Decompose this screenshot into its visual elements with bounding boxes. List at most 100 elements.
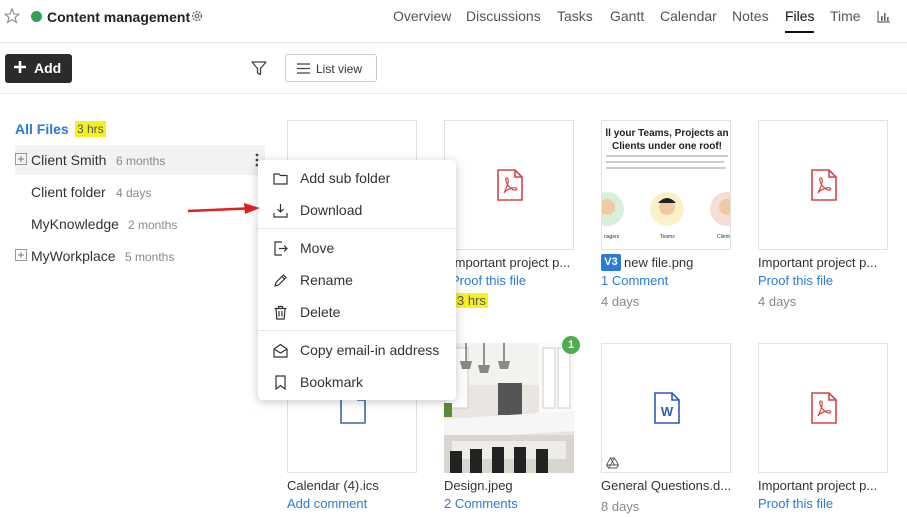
tree-item-myworkplace[interactable]: MyWorkplace 5 months xyxy=(15,241,265,271)
menu-item-label: Download xyxy=(300,202,363,218)
file-action-link[interactable]: Proof this file xyxy=(758,496,833,511)
file-card[interactable] xyxy=(444,343,574,473)
menu-item-add-sub-folder[interactable]: Add sub folder xyxy=(258,163,456,193)
tab-overview[interactable]: Overview xyxy=(393,8,451,24)
thumbnail-headline-2: Clients under one roof! xyxy=(612,141,722,152)
all-files-link[interactable]: All Files xyxy=(15,121,69,137)
file-comments-link[interactable]: 2 Comments xyxy=(444,496,518,511)
word-icon: W xyxy=(654,392,680,424)
tree-item-age: 6 months xyxy=(116,154,166,168)
file-name[interactable]: Important project p... xyxy=(451,255,574,270)
trash-icon xyxy=(274,305,287,320)
add-button-label: Add xyxy=(34,60,62,76)
menu-item-delete[interactable]: Delete xyxy=(258,297,456,327)
reports-chart-icon[interactable] xyxy=(877,10,891,23)
file-name[interactable]: new file.png xyxy=(624,255,734,270)
file-name[interactable]: Calendar (4).ics xyxy=(287,478,417,493)
tree-item-label: MyKnowledge xyxy=(31,216,119,232)
expand-icon[interactable] xyxy=(15,153,27,165)
thumbnail-headline-1: ll your Teams, Projects an xyxy=(605,128,728,139)
file-name[interactable]: General Questions.d... xyxy=(601,478,731,493)
file-name[interactable]: Design.jpeg xyxy=(444,478,574,493)
menu-divider xyxy=(258,228,456,229)
tree-item-age: 4 days xyxy=(116,186,152,200)
list-icon xyxy=(297,63,310,74)
folder-context-menu: Add sub folder Download Move Rename Dele… xyxy=(258,160,456,400)
menu-item-bookmark[interactable]: Bookmark xyxy=(258,367,456,397)
project-status-dot xyxy=(31,11,42,22)
tab-notes[interactable]: Notes xyxy=(732,8,769,24)
file-action-link[interactable]: Proof this file xyxy=(451,273,526,288)
menu-item-label: Rename xyxy=(300,272,353,288)
file-name[interactable]: Important project p... xyxy=(758,478,886,493)
menu-item-label: Add sub folder xyxy=(300,170,391,186)
tree-item-label: Client folder xyxy=(31,184,106,200)
kitchen-photo xyxy=(444,343,574,473)
pdf-icon xyxy=(811,169,837,201)
all-files-time: 3 hrs xyxy=(75,121,106,137)
thumbnail-label: Client xyxy=(717,234,730,240)
pencil-icon xyxy=(274,274,287,287)
annotation-arrow xyxy=(188,203,260,214)
menu-item-move[interactable]: Move xyxy=(258,233,456,263)
file-card[interactable] xyxy=(758,120,888,250)
tree-item-client-smith[interactable]: Client Smith 6 months xyxy=(15,145,265,175)
download-icon xyxy=(273,204,288,218)
bookmark-icon xyxy=(275,375,286,390)
folder-icon xyxy=(273,173,288,185)
menu-divider xyxy=(258,330,456,331)
word-icon-glyph: W xyxy=(661,404,674,419)
file-time: 4 days xyxy=(601,294,640,309)
menu-item-rename[interactable]: Rename xyxy=(258,265,456,295)
thumbnail-label: nagers xyxy=(604,234,620,240)
file-card[interactable]: W xyxy=(601,343,731,473)
menu-item-copy-email[interactable]: Copy email-in address xyxy=(258,335,456,365)
menu-item-label: Bookmark xyxy=(300,374,364,390)
gear-icon[interactable] xyxy=(190,9,204,23)
envelope-icon xyxy=(273,343,288,358)
menu-item-label: Move xyxy=(300,240,335,256)
file-time: 8 days xyxy=(601,499,640,514)
active-tab-indicator xyxy=(785,31,814,33)
tab-gantt[interactable]: Gantt xyxy=(610,8,644,24)
tree-item-age: 5 months xyxy=(125,250,175,264)
file-card[interactable]: ll your Teams, Projects an Clients under… xyxy=(601,120,731,250)
expand-icon[interactable] xyxy=(15,249,27,261)
plus-icon xyxy=(14,61,26,73)
add-button[interactable]: Add xyxy=(5,54,72,83)
pdf-icon xyxy=(811,392,837,424)
tree-item-label: Client Smith xyxy=(31,152,107,168)
tab-time[interactable]: Time xyxy=(830,8,861,24)
promo-thumbnail: ll your Teams, Projects an Clients under… xyxy=(602,121,730,249)
tab-files[interactable]: Files xyxy=(785,8,815,24)
files-toolbar: Add List view xyxy=(0,44,907,94)
google-drive-icon xyxy=(606,457,619,469)
list-view-label: List view xyxy=(316,62,363,76)
tab-calendar[interactable]: Calendar xyxy=(660,8,717,24)
thumbnail-label: Teams xyxy=(660,234,675,240)
tree-item-age: 2 months xyxy=(128,218,178,232)
tab-tasks[interactable]: Tasks xyxy=(557,8,593,24)
file-card[interactable] xyxy=(444,120,574,250)
file-name[interactable]: Important project p... xyxy=(758,255,886,270)
tab-discussions[interactable]: Discussions xyxy=(466,8,541,24)
file-time: 3 hrs xyxy=(455,293,488,308)
project-header: Content management Overview Discussions … xyxy=(0,0,907,43)
star-icon[interactable] xyxy=(4,8,20,24)
project-title[interactable]: Content management xyxy=(47,9,190,25)
file-card[interactable] xyxy=(758,343,888,473)
menu-item-label: Delete xyxy=(300,304,341,320)
file-action-link[interactable]: Proof this file xyxy=(758,273,833,288)
folder-tree: All Files 3 hrs Client Smith 6 months Cl… xyxy=(0,95,280,517)
move-icon xyxy=(274,241,288,256)
filter-icon[interactable] xyxy=(251,61,267,76)
pdf-icon xyxy=(497,169,523,201)
version-badge[interactable]: V3 xyxy=(601,254,621,271)
add-comment-link[interactable]: Add comment xyxy=(287,496,367,511)
file-comments-link[interactable]: 1 Comment xyxy=(601,273,668,288)
tree-item-label: MyWorkplace xyxy=(31,248,116,264)
menu-item-download[interactable]: Download xyxy=(258,195,456,225)
notification-badge[interactable]: 1 xyxy=(562,336,580,354)
list-view-button[interactable]: List view xyxy=(285,54,377,82)
file-time: 4 days xyxy=(758,294,797,309)
